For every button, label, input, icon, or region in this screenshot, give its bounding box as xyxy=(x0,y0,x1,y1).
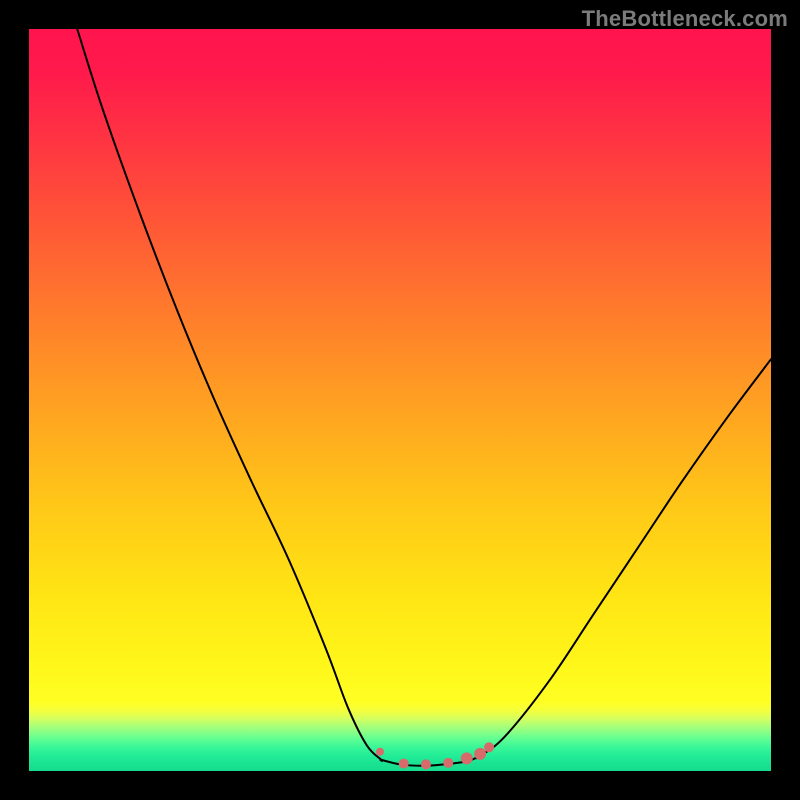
bottleneck-curve xyxy=(29,29,771,771)
dot-right-rise-2 xyxy=(474,748,486,760)
watermark-text: TheBottleneck.com xyxy=(582,6,788,32)
dot-floor-1 xyxy=(399,759,409,769)
dot-left-edge xyxy=(376,748,384,756)
dot-right-rise-3 xyxy=(484,742,494,752)
dot-floor-2 xyxy=(421,759,431,769)
dot-floor-3 xyxy=(443,758,453,768)
chart-stage: TheBottleneck.com xyxy=(0,0,800,800)
curve-line xyxy=(77,29,771,766)
dot-right-rise-1 xyxy=(461,752,473,764)
